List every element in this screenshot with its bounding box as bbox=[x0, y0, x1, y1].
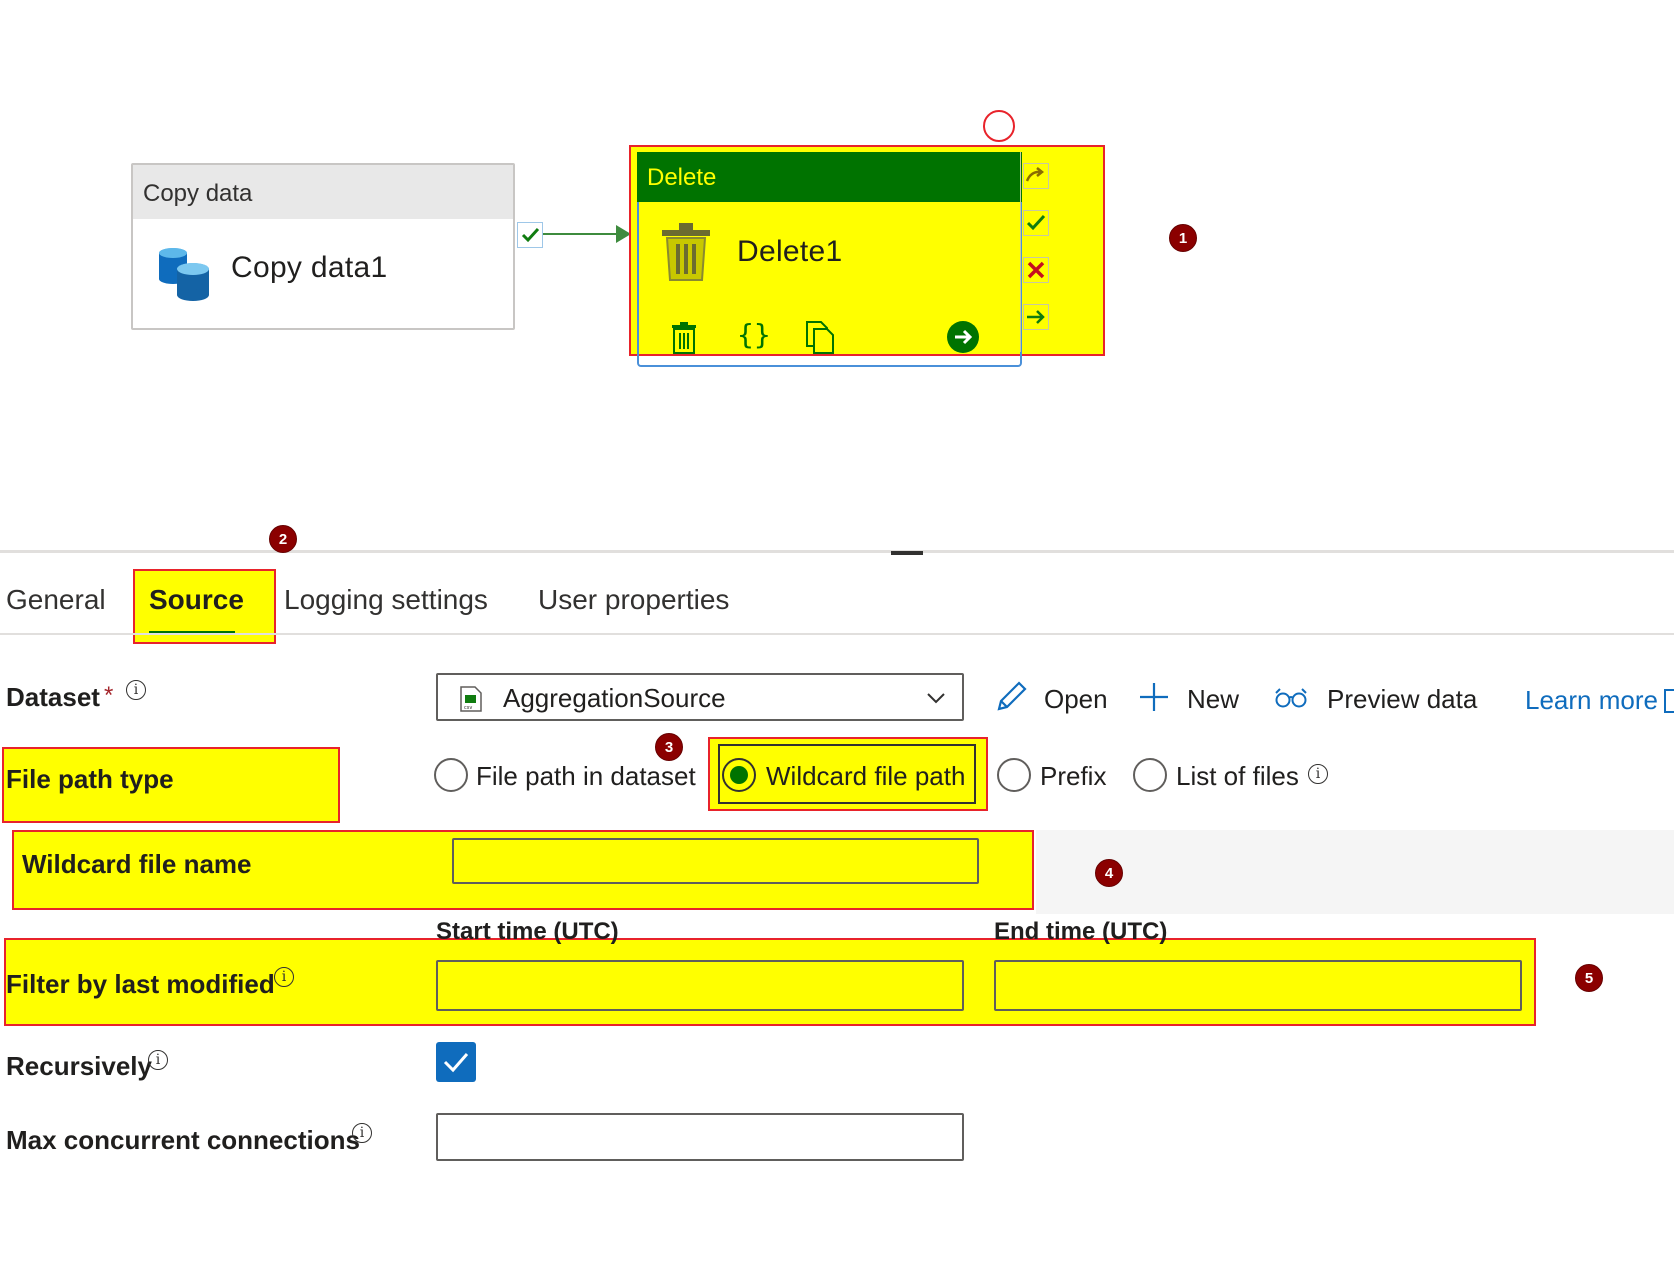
radio-label-wildcard-file-path: Wildcard file path bbox=[766, 761, 966, 791]
dataset-label: Dataset bbox=[6, 682, 100, 712]
info-icon[interactable]: i bbox=[126, 680, 146, 700]
tab-general[interactable]: General bbox=[6, 584, 106, 616]
wildcard-row-background bbox=[1036, 830, 1674, 914]
copy-activity-type-label: Copy data bbox=[133, 165, 513, 219]
external-link-icon[interactable] bbox=[1664, 689, 1674, 713]
info-icon[interactable]: i bbox=[1308, 764, 1328, 784]
max-concurrent-connections-input[interactable] bbox=[436, 1113, 964, 1161]
recursively-checkbox[interactable] bbox=[436, 1042, 476, 1082]
pencil-icon[interactable] bbox=[995, 679, 1029, 713]
annotation-badge-4: 4 bbox=[1095, 859, 1123, 887]
end-time-label: End time (UTC) bbox=[994, 918, 1168, 945]
wildcard-file-name-input[interactable] bbox=[452, 838, 979, 884]
chevron-down-icon bbox=[927, 693, 945, 704]
delete-activity-type-label: Delete bbox=[637, 152, 1022, 202]
radio-label-file-path-in-dataset: File path in dataset bbox=[476, 761, 696, 791]
tab-user-properties[interactable]: User properties bbox=[538, 584, 729, 616]
database-icon bbox=[159, 248, 209, 301]
tab-source[interactable]: Source bbox=[149, 584, 244, 616]
wildcard-file-name-label: Wildcard file name bbox=[22, 849, 252, 879]
recursively-label: Recursively bbox=[6, 1051, 152, 1081]
info-icon[interactable]: i bbox=[352, 1123, 372, 1143]
required-mark: * bbox=[104, 682, 114, 709]
delete-activity-name: Delete1 bbox=[737, 235, 843, 268]
annotation-badge-1: 1 bbox=[1169, 224, 1197, 252]
skip-icon[interactable] bbox=[1023, 163, 1049, 189]
max-concurrent-connections-label: Max concurrent connections bbox=[6, 1125, 360, 1155]
dataset-select[interactable]: csv AggregationSource bbox=[436, 673, 964, 721]
annotation-ring bbox=[983, 110, 1015, 142]
completion-arrow-icon[interactable] bbox=[1023, 304, 1049, 330]
start-time-label: Start time (UTC) bbox=[436, 918, 619, 945]
file-path-type-label: File path type bbox=[6, 764, 174, 794]
learn-more-link[interactable]: Learn more bbox=[1525, 685, 1658, 716]
radio-file-path-in-dataset[interactable] bbox=[434, 758, 468, 792]
dataset-value: AggregationSource bbox=[503, 683, 726, 713]
splitter-grip[interactable] bbox=[891, 551, 923, 555]
preview-data-button[interactable]: Preview data bbox=[1327, 684, 1477, 715]
checkmark-icon bbox=[443, 1053, 469, 1073]
success-check-icon[interactable] bbox=[1023, 210, 1049, 236]
copy-icon[interactable] bbox=[805, 320, 835, 354]
annotation-badge-3: 3 bbox=[655, 733, 683, 761]
end-time-input[interactable] bbox=[994, 960, 1522, 1011]
tab-logging-settings[interactable]: Logging settings bbox=[284, 584, 488, 616]
copy-activity-body: Copy data1 bbox=[133, 219, 513, 328]
glasses-icon[interactable] bbox=[1274, 687, 1308, 709]
radio-prefix[interactable] bbox=[997, 758, 1031, 792]
csv-file-icon: csv bbox=[460, 686, 482, 712]
open-button[interactable]: Open bbox=[1044, 684, 1108, 715]
info-icon[interactable]: i bbox=[274, 967, 294, 987]
fail-x-icon[interactable] bbox=[1023, 257, 1049, 283]
radio-label-list-of-files: List of files bbox=[1176, 761, 1299, 791]
radio-label-prefix: Prefix bbox=[1040, 761, 1107, 791]
panel-splitter[interactable] bbox=[0, 550, 1674, 553]
copy-data-activity[interactable]: Copy data Copy data1 bbox=[131, 163, 515, 330]
info-icon[interactable]: i bbox=[148, 1050, 168, 1070]
radio-selected-dot bbox=[730, 766, 748, 784]
filter-last-modified-label: Filter by last modified bbox=[6, 969, 275, 999]
plus-icon[interactable] bbox=[1138, 681, 1170, 713]
start-time-input[interactable] bbox=[436, 960, 964, 1011]
new-button[interactable]: New bbox=[1187, 684, 1239, 715]
go-arrow-icon[interactable] bbox=[946, 320, 980, 354]
dependency-connector bbox=[543, 233, 618, 235]
delete-action-trash-icon[interactable] bbox=[671, 322, 697, 354]
success-connector-icon[interactable] bbox=[517, 222, 543, 248]
radio-wildcard-file-path[interactable] bbox=[722, 758, 756, 792]
code-braces-icon[interactable]: {} bbox=[737, 318, 771, 351]
svg-text:csv: csv bbox=[464, 705, 472, 711]
dependency-panel-divider bbox=[1020, 152, 1021, 352]
radio-list-of-files[interactable] bbox=[1133, 758, 1167, 792]
annotation-badge-5: 5 bbox=[1575, 964, 1603, 992]
trash-icon bbox=[662, 223, 710, 281]
copy-activity-name: Copy data1 bbox=[231, 251, 388, 284]
tabs-divider bbox=[0, 633, 1674, 635]
annotation-badge-2: 2 bbox=[269, 525, 297, 553]
